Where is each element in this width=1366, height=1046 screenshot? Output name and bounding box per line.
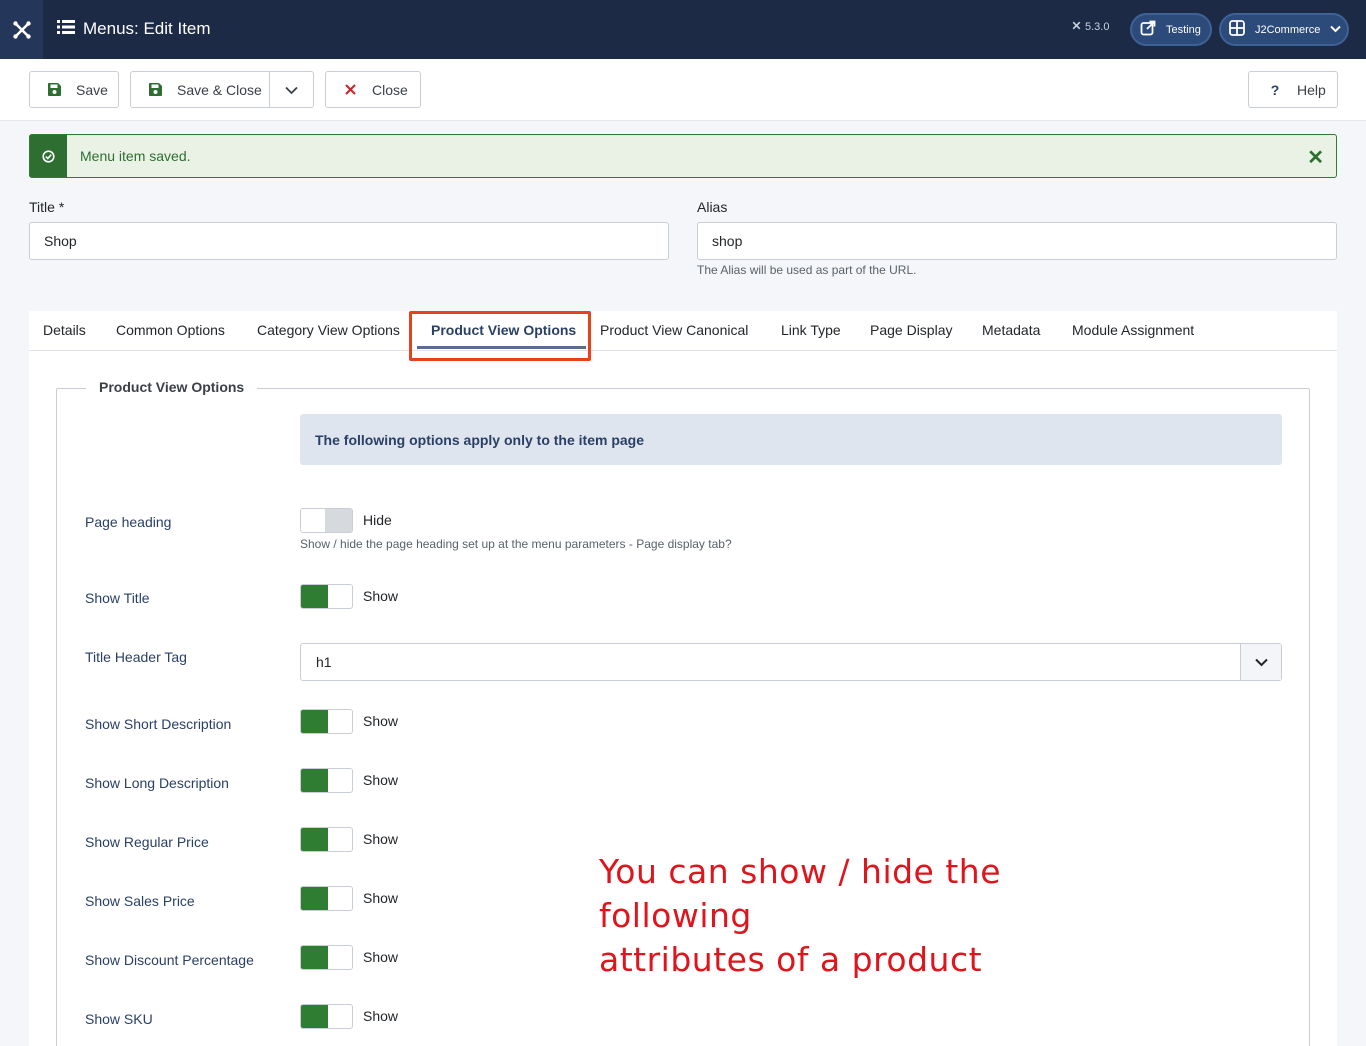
user-menu-label: J2Commerce xyxy=(1255,23,1321,36)
title-header-tag-select[interactable]: h1 xyxy=(300,643,1282,681)
save-icon xyxy=(46,83,62,96)
save-close-label: Save & Close xyxy=(177,81,262,98)
joomla-small-icon xyxy=(1071,20,1082,34)
show-sku-label: Show SKU xyxy=(85,1011,153,1027)
alert-dismiss-icon[interactable]: ✕ xyxy=(1307,145,1324,170)
external-link-icon xyxy=(1140,20,1156,39)
tab-bar: Details Common Options Category View Opt… xyxy=(29,311,1337,351)
alert-message: Menu item saved. xyxy=(80,148,191,164)
show-regular-price-label: Show Regular Price xyxy=(85,834,209,850)
show-title-state: Show xyxy=(363,588,399,604)
save-options-dropdown[interactable] xyxy=(269,71,314,108)
show-title-label: Show Title xyxy=(85,590,150,606)
tab-details[interactable]: Details xyxy=(43,322,86,338)
tab-metadata[interactable]: Metadata xyxy=(982,322,1040,338)
tab-category-view-options[interactable]: Category View Options xyxy=(257,322,400,338)
show-regular-price-toggle[interactable] xyxy=(300,827,353,852)
version-badge: 5.3.0 xyxy=(1071,20,1109,34)
version-text: 5.3.0 xyxy=(1085,21,1110,33)
tab-page-display[interactable]: Page Display xyxy=(870,322,953,338)
show-sales-price-toggle[interactable] xyxy=(300,886,353,911)
show-title-toggle[interactable] xyxy=(300,584,353,609)
success-alert: Menu item saved. ✕ xyxy=(29,134,1337,178)
list-icon xyxy=(57,19,75,40)
show-sku-toggle[interactable] xyxy=(300,1004,353,1029)
joomla-logo-icon[interactable] xyxy=(0,0,43,59)
tab-module-assignment[interactable]: Module Assignment xyxy=(1072,322,1194,338)
testing-site-button[interactable]: Testing xyxy=(1130,13,1212,46)
show-short-description-toggle[interactable] xyxy=(300,709,353,734)
annotation-line-2: attributes of a product xyxy=(599,940,983,979)
close-button[interactable]: Close xyxy=(325,71,421,108)
tab-common-options[interactable]: Common Options xyxy=(116,322,225,338)
help-button[interactable]: ? Help xyxy=(1248,71,1338,108)
question-icon: ? xyxy=(1270,81,1280,98)
show-sku-state: Show xyxy=(363,1008,399,1024)
chevron-down-icon xyxy=(285,82,298,98)
annotation-text: You can show / hide the following attrib… xyxy=(599,850,1159,982)
show-long-description-state: Show xyxy=(363,772,399,788)
show-short-description-label: Show Short Description xyxy=(85,716,232,732)
show-discount-percentage-label: Show Discount Percentage xyxy=(85,952,254,968)
close-label: Close xyxy=(372,81,408,98)
page-title-text: Menus: Edit Item xyxy=(83,19,211,38)
page-heading-toggle[interactable] xyxy=(300,508,353,533)
show-long-description-toggle[interactable] xyxy=(300,768,353,793)
annotation-line-1: You can show / hide the following xyxy=(599,852,1002,935)
tab-link-type[interactable]: Link Type xyxy=(781,322,841,338)
close-icon xyxy=(342,84,358,95)
title-header-tag-label: Title Header Tag xyxy=(85,649,187,665)
title-input[interactable]: Shop xyxy=(29,222,669,260)
tab-product-view-canonical[interactable]: Product View Canonical xyxy=(600,322,748,338)
save-button[interactable]: Save xyxy=(29,71,119,108)
title-label: Title * xyxy=(29,199,65,215)
alias-label: Alias xyxy=(697,199,728,215)
user-menu-button[interactable]: J2Commerce xyxy=(1219,13,1349,46)
chevron-down-icon xyxy=(1240,644,1281,680)
check-circle-icon xyxy=(30,135,67,177)
action-toolbar: Save Save & Close Close ? Help xyxy=(0,59,1366,121)
save-label: Save xyxy=(76,81,108,98)
show-regular-price-state: Show xyxy=(363,831,399,847)
save-icon xyxy=(147,83,163,96)
fieldset-legend: Product View Options xyxy=(86,379,258,395)
chevron-down-icon xyxy=(1330,24,1342,36)
show-long-description-label: Show Long Description xyxy=(85,775,229,791)
show-sales-price-label: Show Sales Price xyxy=(85,893,195,909)
page-heading-state: Hide xyxy=(363,512,392,528)
show-discount-percentage-state: Show xyxy=(363,949,399,965)
show-discount-percentage-toggle[interactable] xyxy=(300,945,353,970)
alias-hint: The Alias will be used as part of the UR… xyxy=(697,263,917,277)
save-close-button[interactable]: Save & Close xyxy=(130,71,270,108)
info-box: The following options apply only to the … xyxy=(300,414,1282,465)
top-header: Menus: Edit Item 5.3.0 Testing J2Commerc… xyxy=(0,0,1366,59)
alias-input[interactable]: shop xyxy=(697,222,1337,260)
page-heading-label: Page heading xyxy=(85,514,172,530)
grid-icon xyxy=(1229,20,1245,39)
help-label: Help xyxy=(1297,81,1326,98)
tab-highlight-box xyxy=(409,311,591,361)
title-header-tag-value: h1 xyxy=(316,654,332,670)
testing-label: Testing xyxy=(1166,23,1201,36)
show-short-description-state: Show xyxy=(363,713,399,729)
page-title: Menus: Edit Item xyxy=(57,17,211,41)
show-sales-price-state: Show xyxy=(363,890,399,906)
page-heading-hint: Show / hide the page heading set up at t… xyxy=(300,537,732,551)
